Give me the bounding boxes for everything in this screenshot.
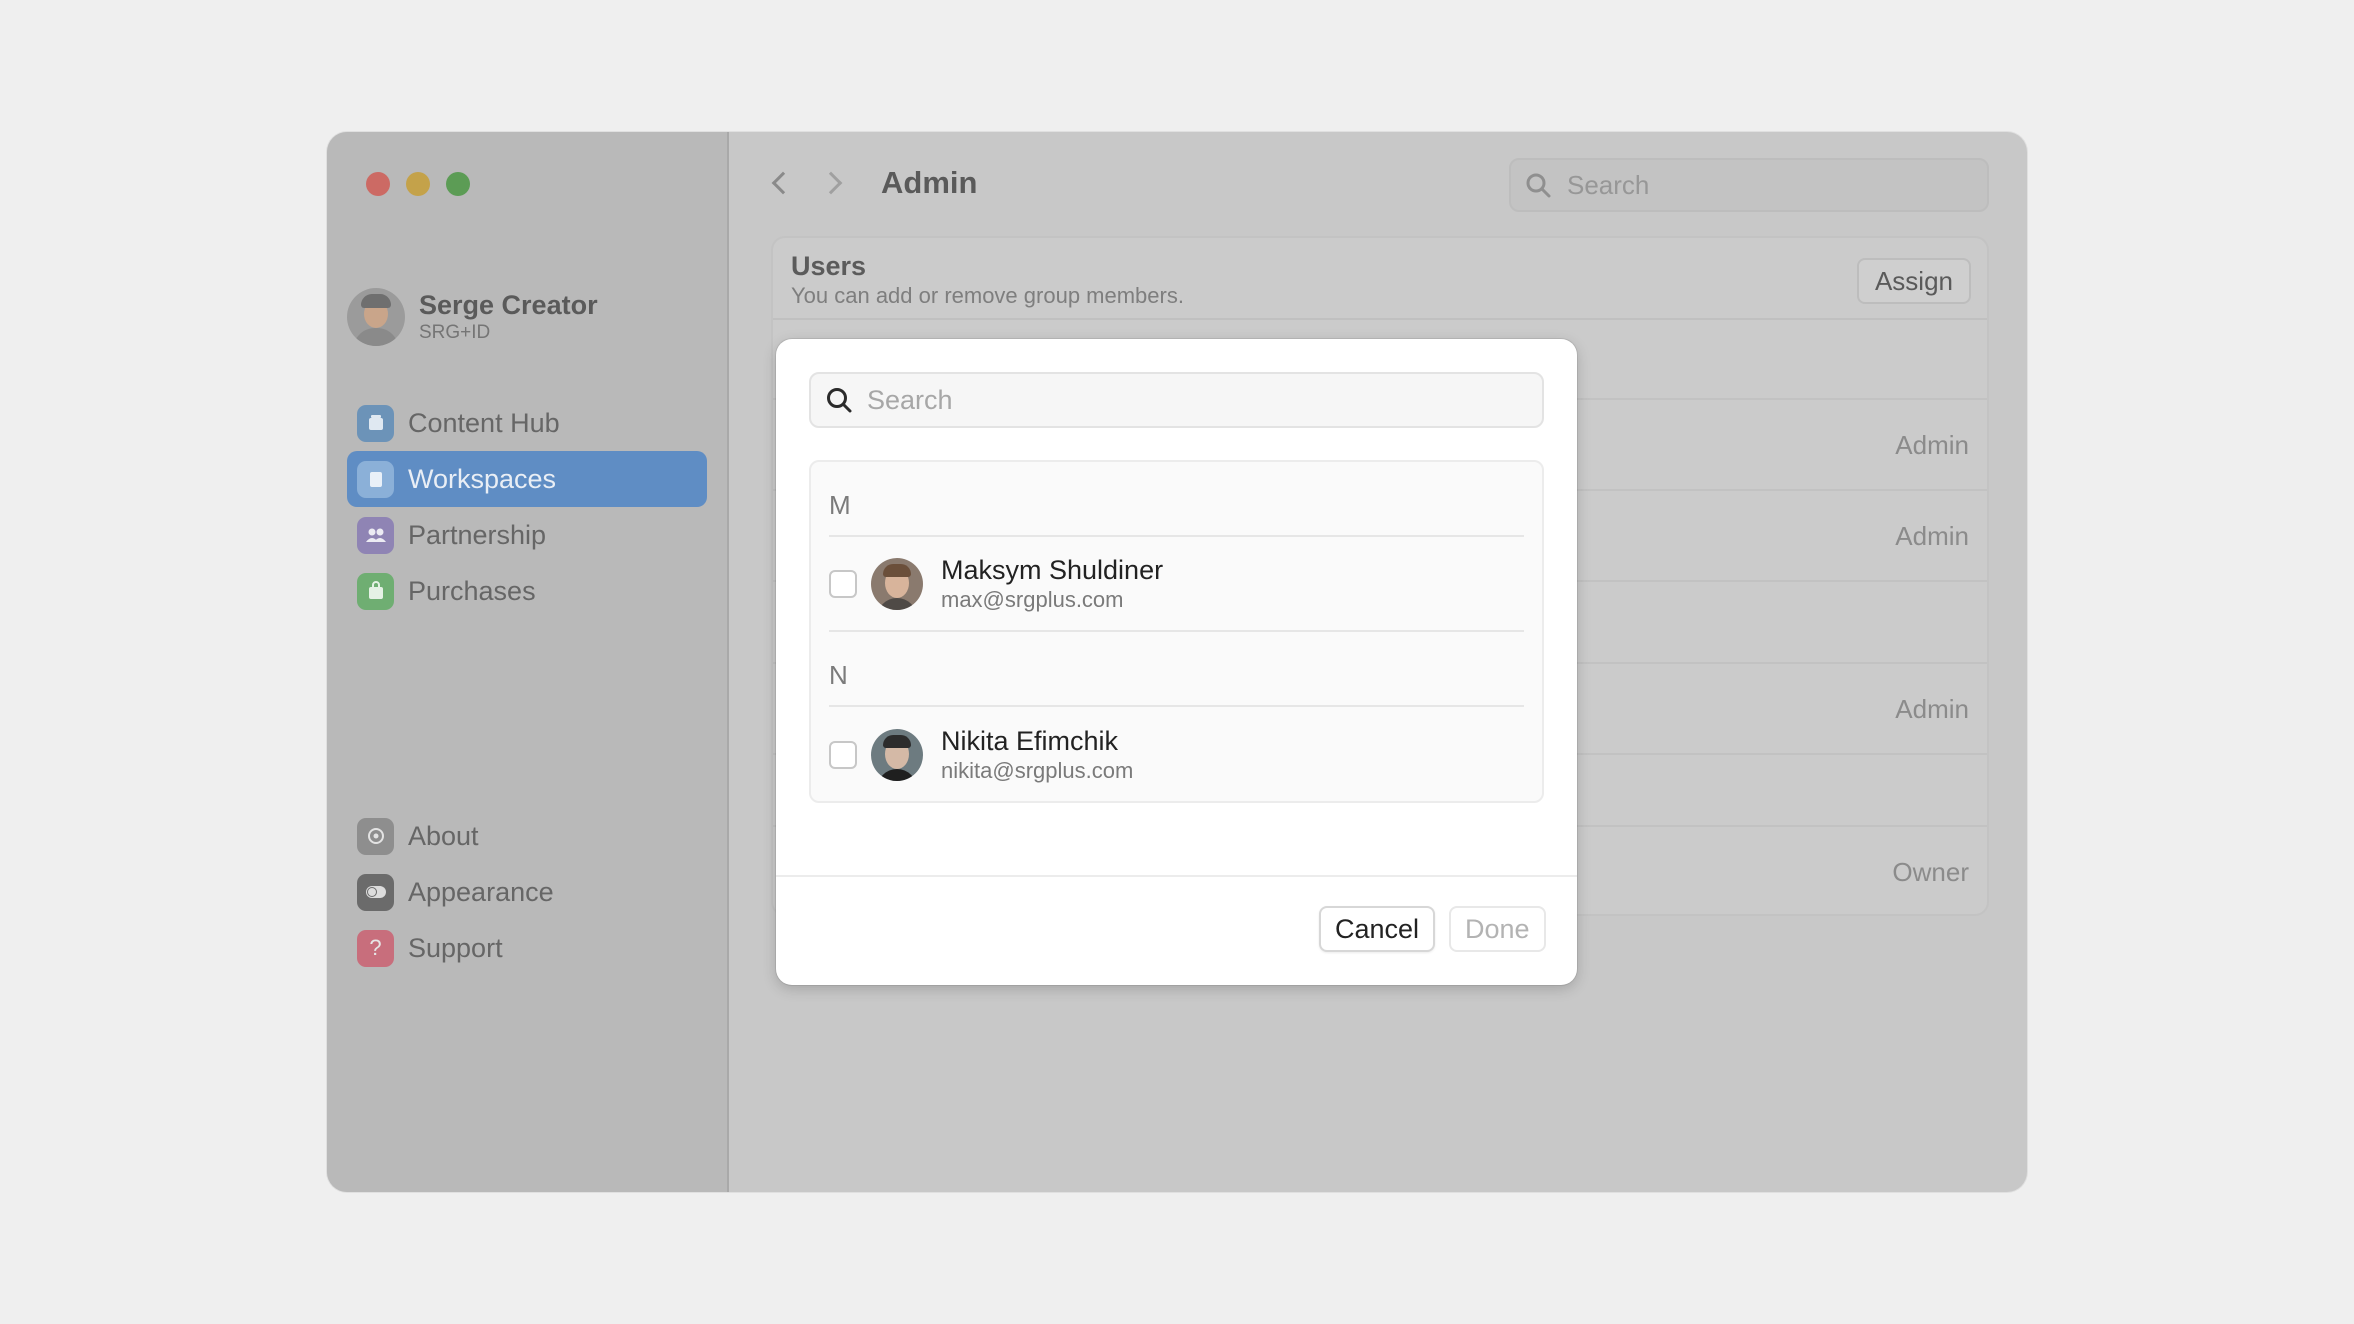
user-email: max@srgplus.com [941, 586, 1124, 612]
sidebar-item-partnership[interactable]: Partnership [347, 507, 707, 563]
dialog-footer: Cancel Done [776, 875, 1577, 985]
search-field[interactable]: Search [1509, 158, 1989, 212]
gear-icon [357, 817, 394, 855]
sidebar-item-support[interactable]: ? Support [347, 920, 707, 976]
profile-name: Serge Creator [419, 290, 598, 320]
profile-id: SRG+ID [419, 322, 491, 343]
dialog-search-input[interactable]: Search [809, 372, 1544, 428]
sidebar-item-label: Support [408, 932, 503, 963]
section-title: Users [791, 251, 867, 281]
done-button[interactable]: Done [1449, 906, 1546, 952]
partnership-icon [357, 516, 394, 554]
appearance-icon [357, 873, 394, 911]
avatar [347, 288, 405, 346]
question-icon: ? [357, 929, 394, 967]
workspaces-icon [357, 460, 394, 498]
list-item[interactable]: Maksym Shuldiner max@srgplus.com [829, 537, 1524, 632]
sidebar-item-about[interactable]: About [347, 808, 707, 864]
select-checkbox[interactable] [829, 569, 857, 598]
user-role: Admin [1895, 521, 1969, 551]
users-panel-header: Users You can add or remove group member… [773, 238, 1987, 320]
search-placeholder: Search [867, 384, 953, 415]
sidebar-item-label: About [408, 820, 479, 851]
user-name: Nikita Efimchik [941, 725, 1119, 756]
sidebar-nav: Content Hub Workspaces Partnership Purch… [347, 395, 707, 619]
forward-button[interactable] [819, 170, 847, 200]
user-role: Owner [1892, 857, 1969, 887]
assign-button[interactable]: Assign [1856, 258, 1971, 304]
sidebar: Serge Creator SRG+ID Content Hub Workspa… [327, 132, 729, 1192]
sidebar-item-label: Content Hub [408, 407, 560, 438]
group-header: N [829, 632, 1524, 707]
search-icon [1526, 173, 1551, 198]
page-title: Admin [881, 165, 978, 200]
assign-users-dialog: Search M Maksym Shuldiner max@srgplus.co… [776, 339, 1577, 985]
chevron-right-icon [819, 171, 843, 195]
toolbar: Admin Search [731, 132, 2027, 236]
sidebar-item-appearance[interactable]: Appearance [347, 864, 707, 920]
list-item[interactable]: Nikita Efimchik nikita@srgplus.com [829, 707, 1524, 802]
sidebar-item-content-hub[interactable]: Content Hub [347, 395, 707, 451]
avatar [871, 557, 923, 610]
sidebar-item-label: Workspaces [408, 463, 557, 494]
sidebar-item-label: Partnership [408, 519, 547, 550]
sidebar-item-workspaces[interactable]: Workspaces [347, 451, 707, 507]
user-list: M Maksym Shuldiner max@srgplus.com N Nik… [809, 460, 1544, 803]
user-name: Maksym Shuldiner [941, 554, 1164, 585]
search-placeholder: Search [1567, 169, 1650, 200]
sidebar-item-label: Purchases [408, 575, 536, 606]
content-hub-icon [357, 404, 394, 442]
sidebar-nav-secondary: About Appearance ? Support [347, 808, 707, 976]
user-email: nikita@srgplus.com [941, 757, 1134, 783]
user-role: Admin [1895, 694, 1969, 724]
minimize-window-button[interactable] [406, 172, 430, 196]
purchases-icon [357, 572, 394, 610]
cancel-button[interactable]: Cancel [1319, 906, 1436, 952]
back-button[interactable] [767, 170, 795, 200]
chevron-left-icon [771, 171, 795, 195]
avatar [871, 728, 923, 781]
group-header: M [829, 462, 1524, 537]
user-role: Admin [1895, 430, 1969, 460]
close-window-button[interactable] [366, 172, 390, 196]
sidebar-item-label: Appearance [408, 876, 554, 907]
search-icon [827, 388, 852, 413]
select-checkbox[interactable] [829, 740, 857, 769]
sidebar-item-purchases[interactable]: Purchases [347, 563, 707, 619]
zoom-window-button[interactable] [446, 172, 470, 196]
section-subtitle: You can add or remove group members. [791, 283, 1184, 308]
profile[interactable]: Serge Creator SRG+ID [347, 288, 598, 346]
